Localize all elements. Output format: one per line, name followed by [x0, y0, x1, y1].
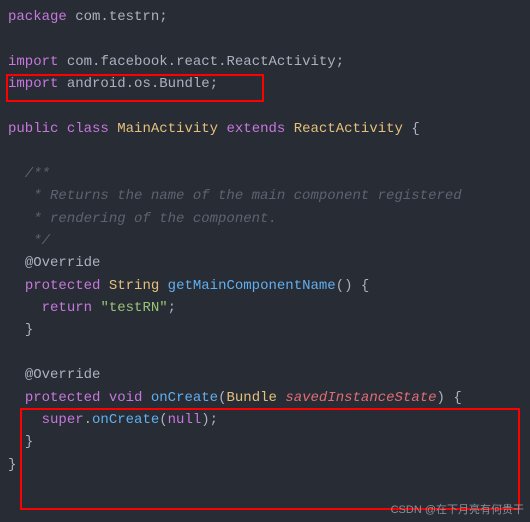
comment-line: * Returns the name of the main component… [8, 185, 530, 207]
blank-line [8, 342, 530, 364]
blank-line [8, 96, 530, 118]
keyword-import: import [8, 54, 58, 70]
code-line-close-brace: } [8, 431, 530, 453]
code-line-import-2: import android.os.Bundle; [8, 73, 530, 95]
class-name: MainActivity [117, 121, 218, 137]
pkg-testrn: testrn [109, 9, 159, 25]
code-line-package: package com.testrn; [8, 6, 530, 28]
code-line-close-brace: } [8, 454, 530, 476]
blank-line [8, 28, 530, 50]
code-line-class-decl: public class MainActivity extends ReactA… [8, 118, 530, 140]
method-onCreate: onCreate [151, 390, 218, 406]
method-getMainComponentName: getMainComponentName [168, 278, 336, 294]
comment-line: */ [8, 230, 530, 252]
code-line-method-2: protected void onCreate(Bundle savedInst… [8, 387, 530, 409]
code-line-super: super.onCreate(null); [8, 409, 530, 431]
code-line-import-1: import com.facebook.react.ReactActivity; [8, 51, 530, 73]
keyword-package: package [8, 9, 67, 25]
blank-line [8, 140, 530, 162]
parent-class: ReactActivity [294, 121, 403, 137]
comment-line: * rendering of the component. [8, 208, 530, 230]
param-savedInstanceState: savedInstanceState [285, 390, 436, 406]
code-line-return: return "testRN"; [8, 297, 530, 319]
code-line-method-1: protected String getMainComponentName() … [8, 275, 530, 297]
code-line-override-2: @Override [8, 364, 530, 386]
watermark: CSDN @在下月亮有何贵干 [391, 502, 524, 520]
annotation-override: @Override [25, 255, 101, 271]
code-line-close-brace: } [8, 319, 530, 341]
pkg-com: com [67, 9, 101, 25]
comment-line: /** [8, 163, 530, 185]
string-literal: "testRN" [100, 300, 167, 316]
code-line-override-1: @Override [8, 252, 530, 274]
